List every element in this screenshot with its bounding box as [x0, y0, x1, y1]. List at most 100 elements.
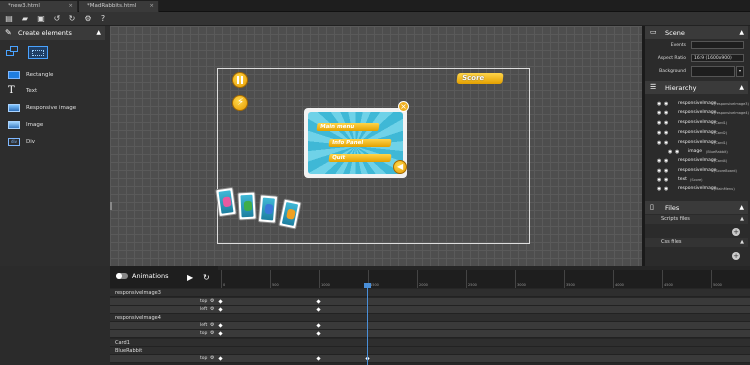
main-menu-button[interactable]: Main menu [316, 123, 380, 131]
files-header[interactable]: ▯ Files ▲ [645, 201, 748, 214]
info-panel-button[interactable]: Info Panel [328, 139, 392, 147]
score-board[interactable]: Score [456, 73, 504, 84]
save-icon[interactable]: ▣ [36, 14, 46, 24]
caret-up-icon[interactable]: ▲ [739, 84, 744, 91]
item-name: image [688, 149, 703, 154]
aspect-ratio-label: Aspect Ratio [657, 56, 686, 61]
close-icon[interactable]: × [68, 1, 73, 12]
eye-icon[interactable]: ◉ [664, 140, 668, 146]
track-prop[interactable]: left ⚙ [110, 306, 750, 314]
add-script-button[interactable]: + [732, 228, 740, 236]
lightning-button[interactable]: ⚡ [232, 95, 248, 111]
eye-icon[interactable]: ◉ [657, 140, 661, 146]
section-title: Hierarchy [665, 84, 697, 92]
eye-icon[interactable]: ◉ [657, 101, 661, 107]
events-label: Events [670, 43, 686, 48]
item-name: text [678, 177, 687, 182]
eye-icon[interactable]: ◉ [657, 186, 661, 192]
gear-icon[interactable]: ⚙ [210, 355, 214, 361]
score-label: Score [461, 74, 485, 82]
gear-icon[interactable]: ⚙ [210, 322, 214, 328]
pause-button[interactable] [232, 72, 248, 88]
caret-up-icon[interactable]: ▲ [740, 216, 744, 222]
tab-madrabbits[interactable]: *MadRabbits.html × [79, 1, 159, 12]
caret-up-icon[interactable]: ▲ [739, 29, 744, 36]
caret-up-icon[interactable]: ▲ [739, 204, 744, 211]
eye-icon[interactable]: ◉ [664, 186, 668, 192]
eye-icon[interactable]: ◉ [657, 130, 661, 136]
tab-new3[interactable]: *new3.html × [0, 1, 78, 12]
gear-icon[interactable]: ⚙ [210, 306, 214, 312]
redo-icon[interactable]: ↻ [67, 14, 77, 24]
eye-icon[interactable]: ◉ [664, 158, 668, 164]
item-tag: (BlueRabbit) [706, 150, 728, 154]
eye-icon[interactable]: ◉ [657, 158, 661, 164]
track-label: Card1 [115, 340, 130, 346]
track-prop[interactable]: top ⚙ [110, 330, 750, 338]
create-elements-header[interactable]: ✎ Create elements ▲ [0, 26, 105, 40]
gear-icon[interactable]: ⚙ [210, 330, 214, 336]
track-prop[interactable]: top ⚙ [110, 355, 750, 363]
element-mode-icon[interactable] [6, 46, 20, 58]
hierarchy-header[interactable]: ☰ Hierarchy ▲ [645, 81, 748, 94]
eye-icon[interactable]: ◉ [657, 120, 661, 126]
card-1[interactable] [215, 186, 237, 218]
eye-icon[interactable]: ◉ [675, 149, 679, 155]
eye-icon[interactable]: ◉ [657, 177, 661, 183]
css-files-row[interactable]: Css files ▲ [645, 238, 748, 247]
aspect-ratio-select[interactable]: 16:9 (1600x900) [691, 54, 744, 62]
add-css-button[interactable]: + [732, 252, 740, 260]
card-3[interactable] [257, 194, 279, 224]
eye-icon[interactable]: ◉ [664, 101, 668, 107]
card-2[interactable] [237, 191, 257, 221]
track-group[interactable]: responsiveImage3 [110, 289, 750, 297]
eye-icon[interactable]: ◉ [664, 110, 668, 116]
eye-icon[interactable]: ◉ [657, 168, 661, 174]
eye-icon[interactable]: ◉ [664, 168, 668, 174]
background-color-field[interactable] [691, 66, 735, 77]
item-name: responsiveImage [678, 130, 717, 135]
blue-rabbit-icon [264, 203, 274, 215]
item-tag: (responsiveImage4) [714, 111, 749, 115]
sound-button[interactable]: ◀ [393, 160, 407, 174]
events-field[interactable] [691, 41, 744, 49]
close-icon[interactable]: × [149, 1, 154, 12]
ruler-tick-label: 2500 [468, 283, 477, 287]
open-folder-icon[interactable]: ▰ [20, 14, 30, 24]
scene-header[interactable]: ▭ Scene ▲ [645, 26, 748, 39]
help-icon[interactable]: ? [98, 14, 108, 24]
caret-up-icon[interactable]: ▲ [96, 29, 101, 36]
ruler-tick-label: 5000 [713, 283, 722, 287]
element-label: Responsive image [26, 105, 77, 111]
track-prop[interactable]: left ⚙ [110, 322, 750, 330]
play-icon[interactable]: ▶ [187, 273, 193, 282]
new-file-icon[interactable]: ▤ [4, 14, 14, 24]
track-prop[interactable]: top ⚙ [110, 298, 750, 306]
eye-icon[interactable]: ◉ [657, 110, 661, 116]
animations-toggle[interactable] [116, 273, 128, 279]
item-name: responsiveImage [678, 168, 717, 173]
left-panel [0, 26, 110, 266]
gear-icon[interactable]: ⚙ [210, 298, 214, 304]
undo-icon[interactable]: ↺ [52, 14, 62, 24]
item-name: responsiveImage [678, 120, 717, 125]
caret-up-icon[interactable]: ▲ [740, 239, 744, 245]
eye-icon[interactable]: ◉ [664, 130, 668, 136]
text-icon: T [8, 85, 15, 96]
quit-button[interactable]: Quit [328, 154, 392, 162]
eye-icon[interactable]: ◉ [664, 177, 668, 183]
chevron-down-icon[interactable]: ▾ [736, 66, 744, 77]
eye-icon[interactable]: ◉ [664, 120, 668, 126]
track-group[interactable]: Card1 [110, 339, 750, 347]
track-group[interactable]: BlueRabbit [110, 347, 750, 355]
scripts-files-row[interactable]: Scripts files ▲ [645, 215, 748, 224]
close-icon[interactable]: × [398, 101, 409, 112]
layout-mode-icon[interactable] [28, 46, 48, 59]
resize-handle[interactable] [110, 202, 112, 210]
settings-icon[interactable]: ⚙ [83, 14, 93, 24]
refresh-icon[interactable]: ↻ [203, 273, 210, 282]
track-group[interactable]: responsiveImage4 [110, 314, 750, 322]
playhead[interactable] [367, 285, 368, 365]
panel-divider[interactable] [642, 26, 645, 266]
eye-icon[interactable]: ◉ [668, 149, 672, 155]
